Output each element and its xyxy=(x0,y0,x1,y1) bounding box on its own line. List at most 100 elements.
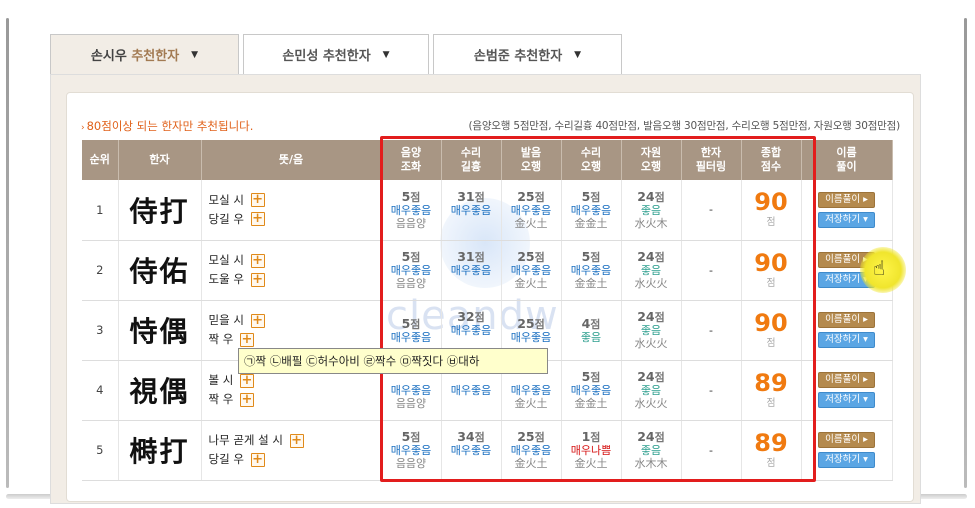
interpret-button[interactable]: 이름풀이 ▸ xyxy=(818,312,875,328)
hanja-table: 순위 한자 뜻/음 음양 조화 수리 길흉 발음 오행 수리 오행 자원 오행 한자 필터링… xyxy=(82,140,893,481)
pronunciation-cell-sub: 金火土 xyxy=(514,457,548,470)
pronunciation-cell-points: 25점 xyxy=(517,188,545,204)
save-button[interactable]: 저장하기 ▾ xyxy=(818,392,875,408)
total-score: 90 xyxy=(754,248,788,277)
source-element-cell: 24점 좋음 水木木 xyxy=(621,420,682,481)
scoring-note: (음양오행 5점만점, 수리길흉 40점만점, 발음오행 30점만점, 수리오행… xyxy=(468,120,900,132)
total-unit: 점 xyxy=(766,457,776,469)
suri-element-cell: 5점 매우좋음 金金土 xyxy=(561,240,622,301)
interpret-cell: 이름풀이 ▸ 저장하기 ▾ xyxy=(801,300,893,361)
suri-luck-cell-points: 31점 xyxy=(457,249,485,264)
plus-icon[interactable]: + xyxy=(250,253,265,268)
meaning-first: 모실 시 xyxy=(208,192,244,207)
plus-icon[interactable]: + xyxy=(250,193,265,208)
pronunciation-cell-grade: 매우좋음 xyxy=(510,383,552,397)
plus-icon[interactable]: + xyxy=(239,392,254,407)
chevron-down-icon: ▼ xyxy=(382,49,390,60)
source-element-cell: 24점 좋음 水火木 xyxy=(621,180,682,241)
tab-name-2[interactable]: 손민성 추천한자 ▼ xyxy=(243,34,429,74)
meaning-second: 짝 우 xyxy=(208,392,234,406)
save-button[interactable]: 저장하기 ▾ xyxy=(818,452,875,468)
source-element-cell-grade: 좋음 xyxy=(640,264,662,277)
suri-luck-cell-grade: 매우좋음 xyxy=(450,444,492,457)
source-element-cell-sub: 水火火 xyxy=(634,397,668,410)
page-edge-left xyxy=(6,18,9,488)
suri-luck-cell-grade: 매우좋음 xyxy=(450,324,492,337)
suri-element-cell-sub: 金金土 xyxy=(574,216,608,230)
header-meaning: 뜻/음 xyxy=(201,140,382,180)
yinyang-cell-grade: 매우좋음 xyxy=(390,383,432,397)
plus-icon[interactable]: + xyxy=(289,433,304,448)
interpret-cell: 이름풀이 ▸ 저장하기 ▾ xyxy=(801,420,893,481)
interpret-button[interactable]: 이름풀이 ▸ xyxy=(818,432,875,448)
pronunciation-cell-sub: 金火土 xyxy=(514,277,548,290)
source-element-cell-points: 24점 xyxy=(637,429,665,444)
page-edge-right xyxy=(964,18,967,488)
meaning-first: 나무 곧게 설 시 xyxy=(208,433,283,447)
yinyang-cell-sub: 음음양 xyxy=(395,216,427,230)
plus-icon[interactable]: + xyxy=(250,272,265,287)
suri-element-cell: 5점 매우좋음 金金土 xyxy=(561,180,622,241)
meaning-first: 믿을 시 xyxy=(208,313,244,327)
yinyang-cell-grade: 매우좋음 xyxy=(390,264,432,277)
suri-element-cell-sub: 金金土 xyxy=(574,277,608,290)
meaning-cell: 모실 시 + 도울 우 + xyxy=(201,240,382,301)
header-suri-luck: 수리 길흉 xyxy=(441,140,502,180)
filter-cell: - xyxy=(681,360,742,421)
total-unit: 점 xyxy=(766,277,776,289)
total-cell: 89 점 xyxy=(741,420,802,481)
tab-name-3-main: 손범준 xyxy=(473,49,510,64)
pronunciation-cell: 25점 매우좋음 金火土 xyxy=(501,420,562,481)
plus-icon[interactable]: + xyxy=(250,452,265,467)
total-unit: 점 xyxy=(766,337,776,349)
filter-cell: - xyxy=(681,420,742,481)
notice-text: 80점이상 되는 한자만 추천됩니다. xyxy=(86,119,254,133)
table-row: 2 侍佑 모실 시 + 도울 우 + 5점 매우좋음 음음양 31점 매우좋음 … xyxy=(82,240,893,301)
total-unit: 점 xyxy=(766,397,776,409)
interpret-cell: 이름풀이 ▸ 저장하기 ▾ xyxy=(801,180,893,241)
hanja-cell: 視偶 xyxy=(118,360,202,421)
save-button[interactable]: 저장하기 ▾ xyxy=(818,332,875,348)
source-element-cell-sub: 水火木 xyxy=(634,216,668,230)
suri-luck-cell: 34점 매우좋음 xyxy=(441,420,502,481)
plus-icon[interactable]: + xyxy=(239,332,254,347)
tab-name-3[interactable]: 손범준 추천한자 ▼ xyxy=(433,34,622,74)
pronunciation-cell-grade: 매우좋음 xyxy=(510,330,552,344)
source-element-cell-points: 24점 xyxy=(637,188,665,204)
suri-element-cell: 4점 좋음 xyxy=(561,300,622,361)
plus-icon[interactable]: + xyxy=(250,212,265,227)
total-cell: 89 점 xyxy=(741,360,802,421)
yinyang-cell-points: 5점 xyxy=(401,315,421,331)
meaning-tooltip: ㉠짝 ㉡배필 ㉢허수아비 ㉣짝수 ㉤짝짓다 ㉥대하 xyxy=(238,348,548,374)
meaning-second: 짝 우 xyxy=(208,332,234,346)
suri-element-cell: 1점 매우나쁨 金火土 xyxy=(561,420,622,481)
meaning-second: 당길 우 xyxy=(208,452,244,466)
tab-name-2-main: 손민성 xyxy=(282,49,319,64)
source-element-cell-points: 24점 xyxy=(637,369,665,384)
plus-icon[interactable]: + xyxy=(239,373,254,388)
suri-element-cell-grade: 좋음 xyxy=(580,330,602,344)
yinyang-cell-points: 5점 xyxy=(401,188,421,204)
suri-luck-cell-grade: 매우좋음 xyxy=(450,383,492,397)
plus-icon[interactable]: + xyxy=(250,313,265,328)
save-button[interactable]: 저장하기 ▾ xyxy=(818,211,875,228)
filter-cell: - xyxy=(681,180,742,241)
pronunciation-cell: 25점 매우좋음 金火土 xyxy=(501,240,562,301)
pronunciation-cell-points: 25점 xyxy=(517,429,545,444)
suri-element-cell-grade: 매우나쁨 xyxy=(570,444,612,457)
interpret-button[interactable]: 이름풀이 ▸ xyxy=(818,372,875,388)
source-element-cell-grade: 좋음 xyxy=(640,384,662,397)
header-interpret: 이름 풀이 xyxy=(801,140,893,180)
total-cell: 90 점 xyxy=(741,240,802,301)
total-cell: 90 점 xyxy=(741,300,802,361)
tab-name-1[interactable]: 손시우 추천한자 ▼ xyxy=(50,34,239,74)
suri-element-cell-points: 4점 xyxy=(581,315,601,331)
suri-luck-cell: 31점 매우좋음 xyxy=(441,240,502,301)
yinyang-cell-sub: 음음양 xyxy=(395,277,427,290)
header-yinyang: 음양 조화 xyxy=(381,140,442,180)
interpret-button[interactable]: 이름풀이 ▸ xyxy=(818,191,875,208)
pronunciation-cell-points: 25점 xyxy=(517,315,545,331)
table-row: 1 侍打 모실 시 + 당길 우 + 5점 매우좋음 음음양 31점 매우좋음 … xyxy=(82,180,893,241)
tab-name-1-main: 손시우 xyxy=(90,49,127,64)
hand-cursor-icon: ☝ xyxy=(873,256,886,280)
